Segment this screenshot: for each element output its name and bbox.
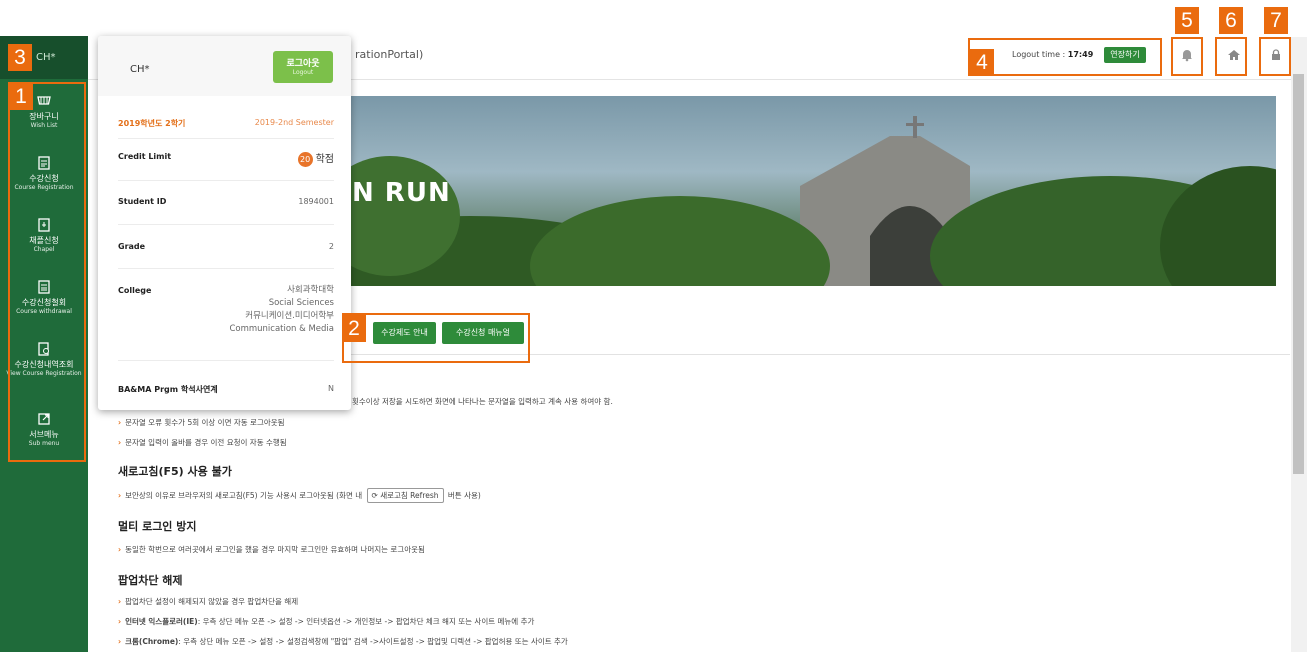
college-value: 사회과학대학 Social Sciences 커뮤니케이션.미디어학부 Comm… [229, 284, 334, 336]
credit-row: Credit Limit 20 학점 [118, 138, 334, 181]
arrow-icon: › [118, 597, 122, 606]
bell-highlight [1171, 37, 1203, 76]
marker-6: 6 [1219, 7, 1243, 34]
department-name-en: Communication & Media [229, 324, 334, 334]
arrow-icon: › [118, 545, 122, 554]
buttons-highlight [342, 313, 530, 363]
arrow-icon: › [118, 418, 122, 427]
marker-4: 4 [970, 49, 994, 76]
bama-label: BA&MA Prgm 학석사연계 [118, 385, 218, 394]
department-name-ko: 커뮤니케이션.미디어학부 [245, 311, 334, 321]
portal-title: rationPortal) [355, 48, 424, 61]
section-title: 새로고침(F5) 사용 불가 [118, 465, 232, 478]
logout-timer-highlight [968, 38, 1162, 76]
section-title: 멀티 로그인 방지 [118, 520, 197, 533]
grade-value: 2 [328, 242, 334, 251]
notice-text: 보안상의 이유로 브라우저의 새로고침(F5) 기능 사용시 로그아웃됨 (화면… [125, 491, 363, 500]
grade-row: Grade 2 [118, 224, 334, 269]
bama-row: BA&MA Prgm 학석사연계 N [118, 360, 334, 410]
refresh-button[interactable]: ⟳ 새로고침 Refresh [366, 488, 444, 503]
notice-strong: 인터넷 익스플로러(IE) [125, 617, 198, 626]
refresh-icon: ⟳ [371, 491, 381, 500]
notice-line: › 팝업차단 설정이 해제되지 않았을 경우 팝업차단을 해제 [118, 596, 298, 607]
notice-line: › 인터넷 익스플로러(IE): 우측 상단 메뉴 오픈 -> 설정 -> 인터넷… [118, 616, 534, 627]
notice-text: 동일한 학번으로 여러곳에서 로그인을 했을 경우 마지막 로그인만 유효하며 … [125, 545, 425, 554]
marker-5: 5 [1175, 7, 1199, 34]
notice-text: 문자열 입력이 올바를 경우 이전 요청이 자동 수행됨 [125, 438, 287, 447]
marker-7: 7 [1264, 7, 1288, 34]
logout-label: 로그아웃 [286, 59, 320, 69]
notice-line: › 크롬(Chrome): 우측 상단 메뉴 오픈 -> 설정 -> 설정검색창에… [118, 636, 568, 647]
credit-badge: 20 [297, 152, 313, 167]
sidebar-highlight [8, 82, 86, 462]
credit-label: Credit Limit [118, 152, 172, 161]
semester-value: 2019-2nd Semester [254, 118, 334, 127]
popup-user-name: CH* [130, 64, 150, 75]
notice-line: › 보안상의 이유로 브라우저의 새로고침(F5) 기능 사용시 로그아웃됨 (화… [118, 488, 481, 503]
student-id-label: Student ID [118, 197, 167, 206]
lock-highlight [1259, 37, 1291, 76]
college-name-en: Social Sciences [268, 298, 334, 308]
notice-text: 횟수이상 저장을 시도하면 화면에 나타나는 문자열을 입력하고 계속 사용 하… [352, 397, 613, 406]
arrow-icon: › [118, 617, 122, 626]
semester-row: 2019학년도 2학기 2019-2nd Semester [118, 106, 334, 139]
notice-strong: 크롬(Chrome) [125, 637, 179, 646]
notice-text: 팝업차단 설정이 해제되지 않았을 경우 팝업차단을 해제 [125, 597, 299, 606]
notice-text: 버튼 사용) [447, 491, 481, 500]
logout-button[interactable]: 로그아웃 Logout [273, 51, 333, 83]
college-label: College [118, 286, 152, 295]
refresh-label: 새로고침 Refresh [380, 491, 439, 500]
marker-1: 1 [9, 83, 33, 110]
home-highlight [1215, 37, 1247, 76]
arrow-icon: › [118, 438, 122, 447]
section-title: 팝업차단 해제 [118, 574, 183, 587]
arrow-icon: › [118, 491, 122, 500]
student-id-value: 1894001 [298, 197, 334, 206]
banner-image [350, 116, 1276, 286]
credit-value: 20 학점 [297, 150, 334, 167]
college-name-ko: 사회과학대학 [287, 285, 334, 295]
notice-text: : 우측 상단 메뉴 오픈 -> 설정 -> 인터넷옵션 -> 개인정보 -> … [197, 617, 535, 626]
marker-2: 2 [342, 315, 366, 342]
grade-label: Grade [118, 242, 146, 251]
bama-value: N [328, 384, 334, 393]
college-row: College 사회과학대학 Social Sciences 커뮤니케이션.미디… [118, 268, 334, 361]
notice-text: 문자열 오류 횟수가 5회 이상 이면 자동 로그아웃됨 [125, 418, 285, 427]
semester-label: 2019학년도 2학기 [118, 119, 186, 128]
scrollbar-thumb[interactable] [1293, 74, 1304, 474]
notice-line: › 동일한 학번으로 여러곳에서 로그인을 했을 경우 마지막 로그인만 유효하며… [118, 544, 425, 555]
banner-title: N RUN [352, 178, 451, 208]
notice-line: › 문자열 입력이 올바를 경우 이전 요청이 자동 수행됨 [118, 437, 287, 448]
notice-text: : 우측 상단 메뉴 오픈 -> 설정 -> 설정검색창에 "팝업" 검색 ->… [178, 637, 568, 646]
main-banner: N RUN [350, 96, 1276, 286]
notice-line: › 문자열 오류 횟수가 5회 이상 이면 자동 로그아웃됨 [118, 417, 285, 428]
marker-3: 3 [8, 44, 32, 71]
page: CH* 장바구니 Wish List 수강신청 Course Registrat… [0, 36, 1307, 652]
logout-label-en: Logout [292, 69, 314, 76]
user-info-popup: CH* 로그아웃 Logout 2019학년도 2학기 2019-2nd Sem… [98, 36, 351, 410]
arrow-icon: › [118, 637, 122, 646]
credit-unit: 학점 [315, 154, 334, 165]
student-id-row: Student ID 1894001 [118, 180, 334, 225]
